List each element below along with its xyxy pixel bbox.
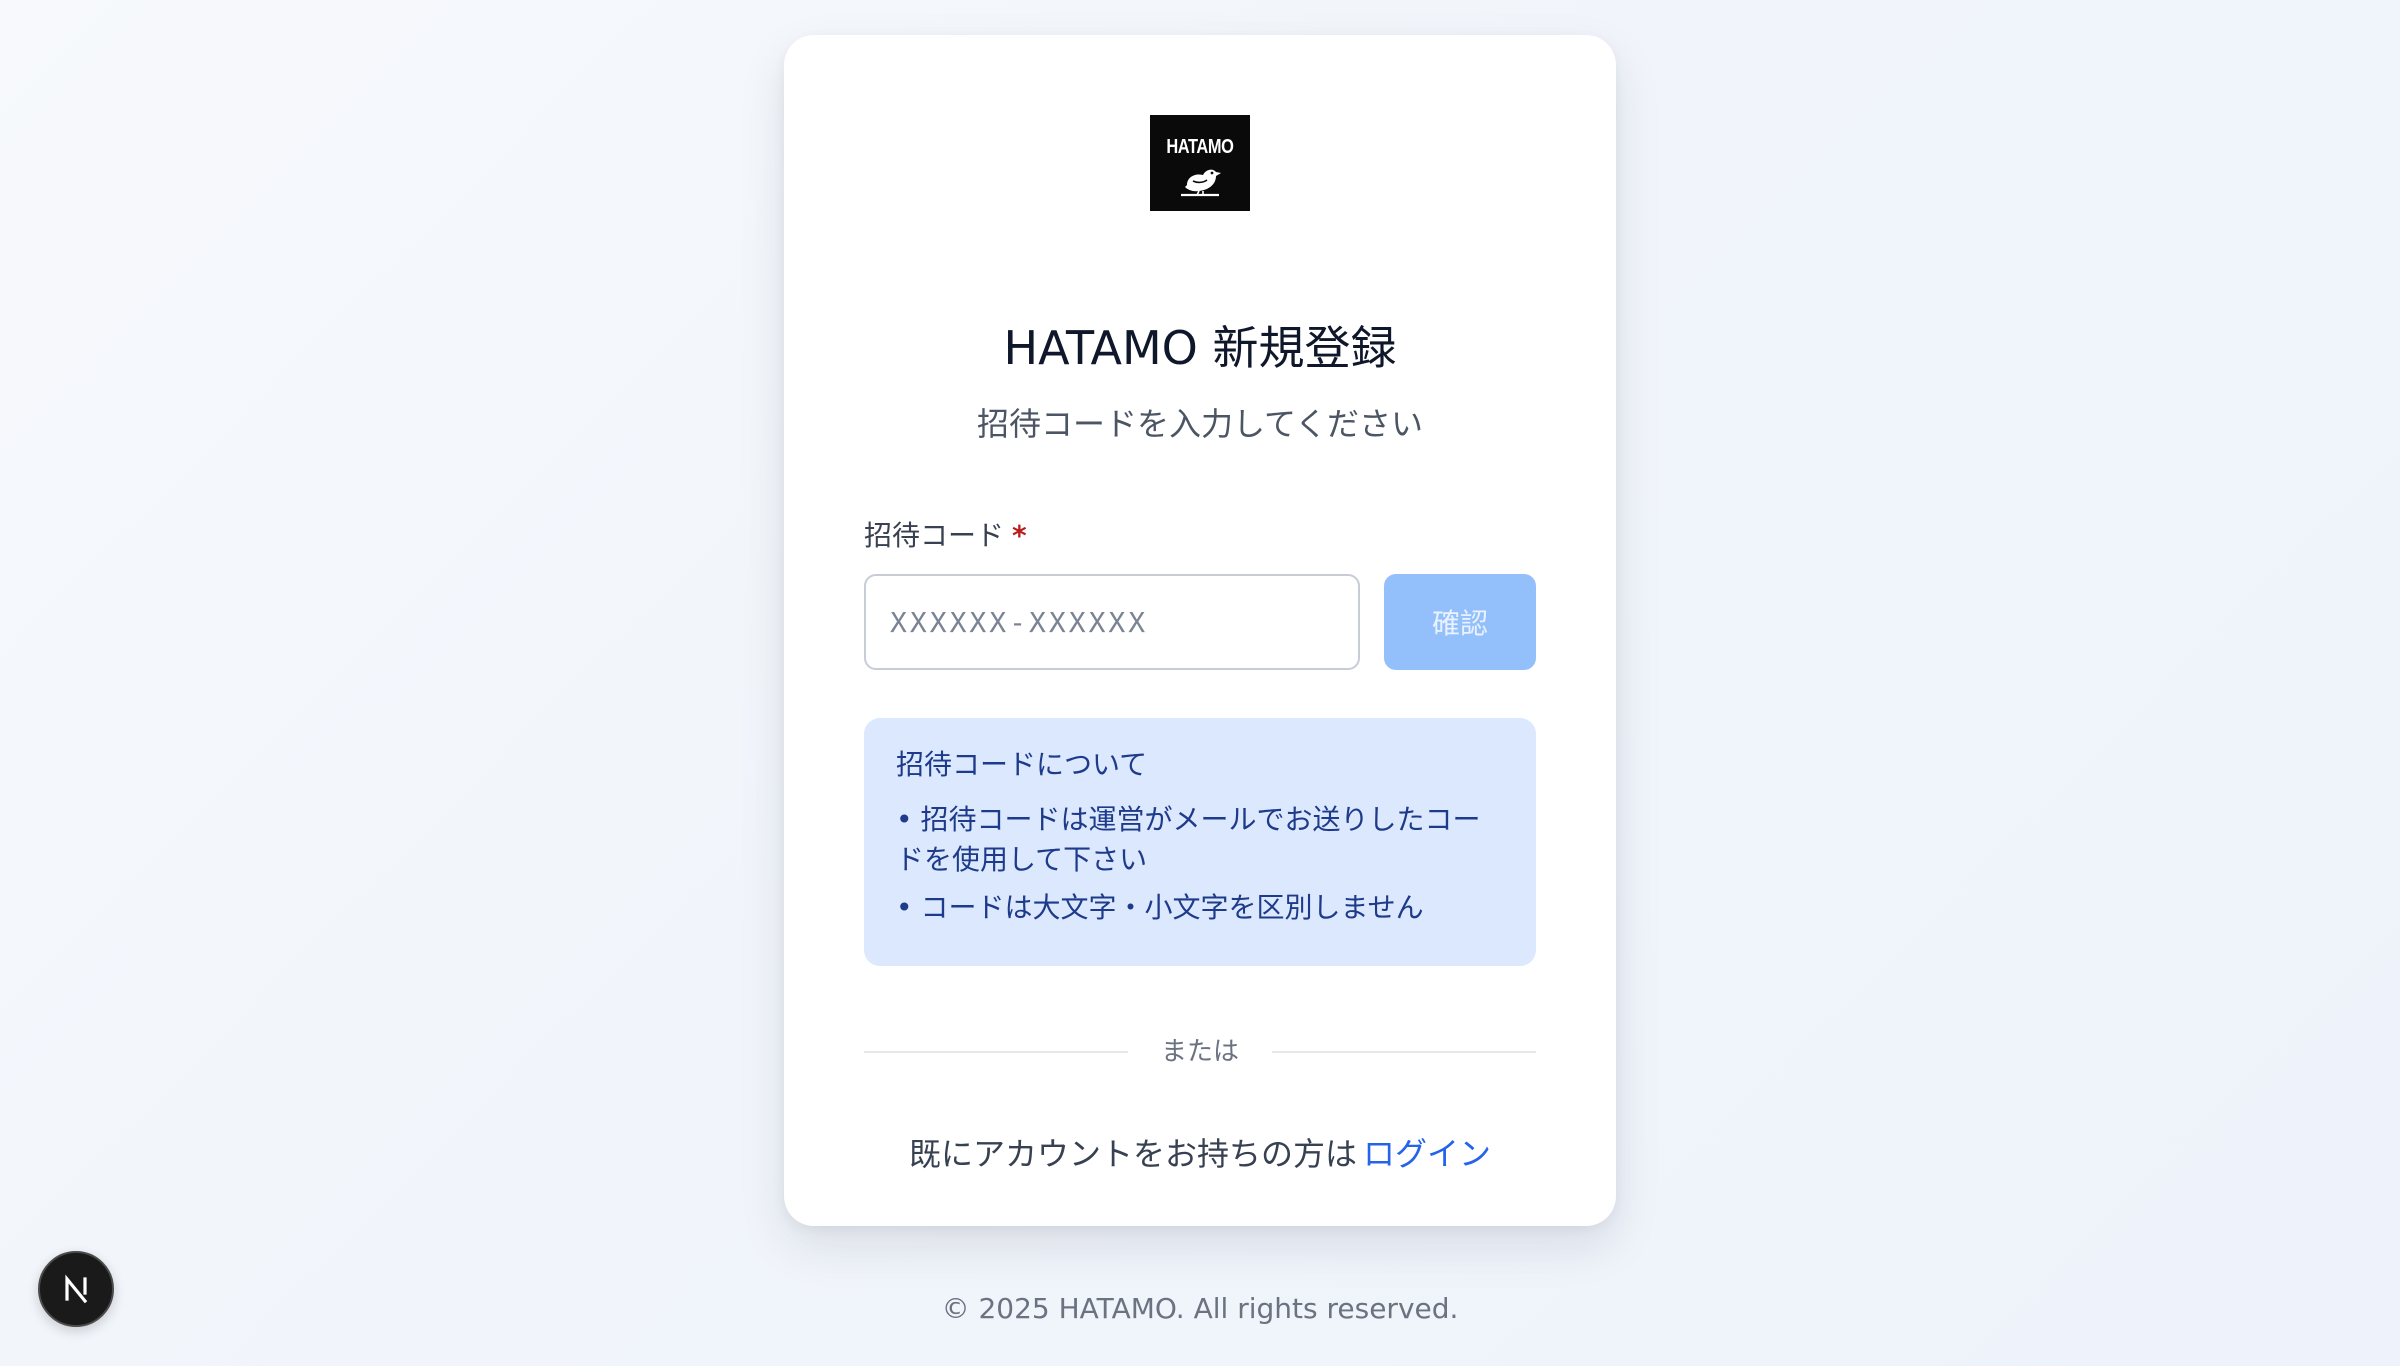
required-mark: *	[1012, 519, 1027, 552]
info-list: • 招待コードは運営がメールでお送りしたコードを使用して下さい • コードは大文字・…	[896, 800, 1504, 928]
info-list-item: • 招待コードは運営がメールでお送りしたコードを使用して下さい	[896, 800, 1504, 880]
login-prompt-text: 既にアカウントをお持ちの方は	[908, 1135, 1357, 1173]
login-link[interactable]: ログイン	[1363, 1135, 1491, 1173]
invite-code-input[interactable]	[864, 574, 1360, 670]
page-subtitle: 招待コードを入力してください	[976, 405, 1424, 443]
invite-code-info-box: 招待コードについて • 招待コードは運営がメールでお送りしたコードを使用して下さい…	[864, 718, 1536, 966]
login-prompt-row: 既にアカウントをお持ちの方は ログイン	[784, 1135, 1616, 1173]
page-title: HATAMO 新規登録	[1003, 321, 1397, 375]
confirm-button[interactable]: 確認	[1384, 574, 1536, 670]
divider-line-right	[1272, 1051, 1536, 1053]
info-list-item: • コードは大文字・小文字を区別しません	[896, 888, 1504, 928]
nextjs-dev-badge[interactable]	[38, 1251, 114, 1327]
nextjs-n-icon	[65, 1274, 88, 1304]
invite-code-label-text: 招待コード	[864, 519, 1005, 552]
info-item-text: 招待コードは運営がメールでお送りしたコードを使用して下さい	[896, 802, 1481, 876]
signup-card: HATAMO HATAMO 新規登録 招待コードを入力してください 招待コード *…	[784, 35, 1616, 1226]
or-divider: または	[864, 1032, 1536, 1072]
logo-text: HATAMO	[1166, 136, 1234, 158]
hatamo-logo: HATAMO	[1150, 115, 1250, 211]
info-title: 招待コードについて	[896, 748, 1148, 781]
bullet: •	[896, 802, 913, 836]
bullet: •	[896, 890, 913, 924]
info-item-text: コードは大文字・小文字を区別しません	[920, 890, 1424, 924]
footer-copyright: © 2025 HATAMO. All rights reserved.	[941, 1292, 1459, 1325]
invite-code-label: 招待コード *	[864, 519, 1027, 553]
bird-logo-icon	[1181, 169, 1221, 197]
